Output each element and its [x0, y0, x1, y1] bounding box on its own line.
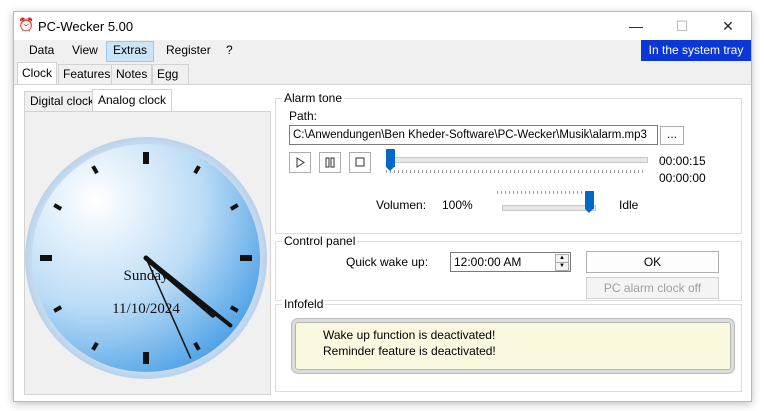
alarm-tone-group: Alarm tone Path: C:\Anwendungen\Ben Khed…: [275, 91, 742, 234]
analog-clock: Sunday 11/10/2024: [25, 137, 267, 379]
menu-bar: Data View Extras Register ? In the syste…: [14, 40, 751, 62]
info-message-box: Wake up function is deactivated! Reminde…: [292, 319, 734, 373]
tab-digital-clock[interactable]: Digital clock: [24, 91, 101, 111]
menu-register[interactable]: Register: [160, 41, 217, 60]
tab-clock[interactable]: Clock: [17, 62, 58, 84]
menu-data[interactable]: Data: [23, 41, 60, 60]
playback-status: Idle: [619, 198, 639, 212]
quick-wake-time-value: 12:00:00 AM: [454, 255, 522, 269]
control-panel-label: Control panel: [282, 234, 358, 248]
info-line-reminder: Reminder feature is deactivated!: [323, 344, 496, 358]
analog-clock-panel: Sunday 11/10/2024: [24, 111, 271, 395]
tab-features[interactable]: Features: [58, 64, 116, 84]
maximize-button: ☐: [675, 18, 689, 34]
tab-analog-clock[interactable]: Analog clock: [92, 89, 173, 111]
info-line-wake: Wake up function is deactivated!: [323, 328, 496, 342]
ok-button[interactable]: OK: [586, 251, 719, 273]
elapsed-time: 00:00:15: [659, 154, 706, 168]
stop-button[interactable]: [349, 152, 371, 173]
tab-egg-timer[interactable]: Egg timer: [152, 64, 189, 100]
stop-icon: [355, 157, 365, 167]
playback-slider-thumb[interactable]: [386, 149, 395, 171]
quick-wake-time-input[interactable]: 12:00:00 AM ▲ ▼: [450, 252, 571, 272]
minimize-button[interactable]: —: [613, 12, 659, 40]
playback-slider-track: [386, 157, 648, 163]
window-title: PC-Wecker 5.00: [38, 19, 134, 34]
clock-date-text: 11/10/2024: [112, 301, 180, 317]
infofeld-group: Infofeld Wake up function is deactivated…: [275, 297, 742, 392]
menu-help[interactable]: ?: [220, 41, 239, 60]
playback-slider-ticks: [386, 170, 646, 173]
quick-wake-label: Quick wake up:: [346, 255, 429, 269]
volume-slider-track: [502, 205, 596, 211]
total-time: 00:00:00: [659, 171, 706, 185]
path-label: Path:: [289, 109, 318, 123]
infofeld-label: Infofeld: [282, 297, 326, 311]
tab-notes[interactable]: Notes: [111, 64, 153, 84]
browse-button[interactable]: ...: [660, 126, 684, 145]
close-button[interactable]: ✕: [705, 12, 751, 40]
control-panel-group: Control panel Quick wake up: 12:00:00 AM…: [275, 234, 742, 301]
pc-alarm-off-button: PC alarm clock off: [586, 277, 719, 299]
title-bar: ⏰ PC-Wecker 5.00 — ☐ ✕: [14, 12, 751, 40]
volume-value: 100%: [442, 198, 473, 212]
pause-button[interactable]: [319, 152, 341, 173]
system-tray-button[interactable]: In the system tray: [641, 40, 751, 61]
app-alarm-clock-icon: ⏰: [18, 17, 35, 32]
clock-tab-page: Digital clock Analog clock Sunday 11/10/…: [14, 84, 751, 401]
menu-view[interactable]: View: [66, 41, 104, 60]
path-input[interactable]: C:\Anwendungen\Ben Kheder-Software\PC-We…: [289, 125, 658, 145]
volume-label: Volumen:: [376, 198, 427, 212]
play-button[interactable]: [289, 152, 311, 173]
play-icon: [296, 157, 305, 168]
alarm-tone-label: Alarm tone: [282, 91, 345, 105]
app-window: ⏰ PC-Wecker 5.00 — ☐ ✕ Data View Extras …: [13, 11, 752, 402]
pause-icon: [325, 157, 335, 168]
menu-extras[interactable]: Extras: [106, 41, 155, 62]
volume-slider-ticks: [497, 191, 597, 194]
spin-down-icon[interactable]: ▼: [555, 262, 569, 271]
volume-slider-thumb[interactable]: [585, 191, 594, 213]
